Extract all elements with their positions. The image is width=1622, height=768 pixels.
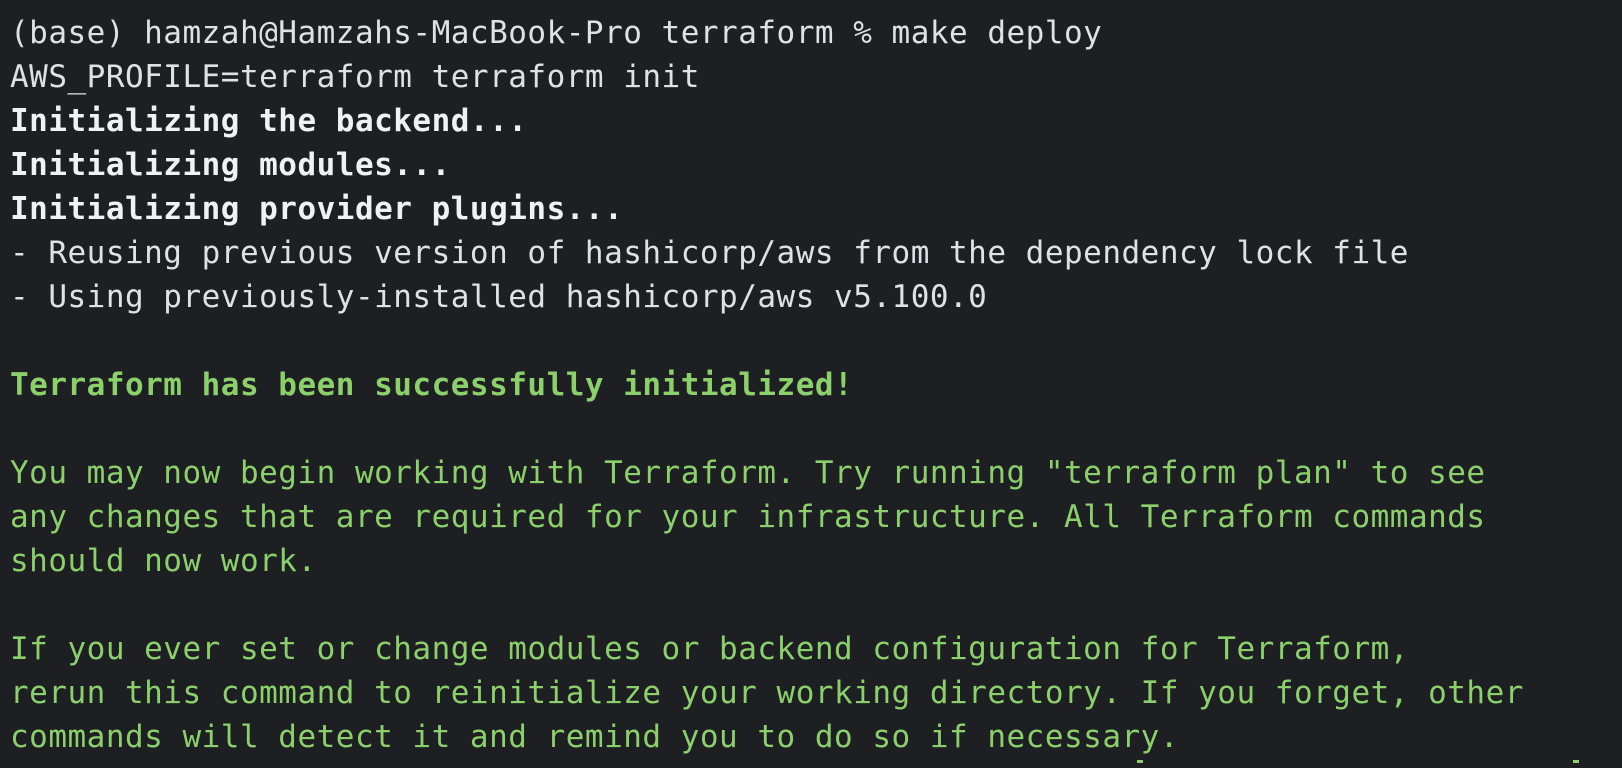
output-line: rerun this command to reinitialize your … — [10, 675, 1524, 711]
output-line: You may now begin working with Terraform… — [10, 455, 1486, 491]
prompt-command-line: (base) hamzah@Hamzahs-MacBook-Pro terraf… — [10, 15, 1103, 51]
output-line: Initializing modules... — [10, 147, 451, 183]
output-line: - Reusing previous version of hashicorp/… — [10, 235, 1409, 271]
output-line: - Using previously-installed hashicorp/a… — [10, 279, 988, 315]
output-line: commands will detect it and remind you t… — [10, 719, 1179, 755]
clipped-text-fragment — [1573, 760, 1579, 768]
terminal-window[interactable]: (base) hamzah@Hamzahs-MacBook-Pro terraf… — [0, 0, 1622, 768]
output-line: Initializing provider plugins... — [10, 191, 624, 227]
output-line: any changes that are required for your i… — [10, 499, 1486, 535]
success-message: Terraform has been successfully initiali… — [10, 367, 854, 403]
output-line: Initializing the backend... — [10, 103, 528, 139]
clipped-text-fragment — [1137, 760, 1143, 768]
output-line: AWS_PROFILE=terraform terraform init — [10, 59, 700, 95]
output-line: If you ever set or change modules or bac… — [10, 631, 1409, 667]
output-line: should now work. — [10, 543, 317, 579]
